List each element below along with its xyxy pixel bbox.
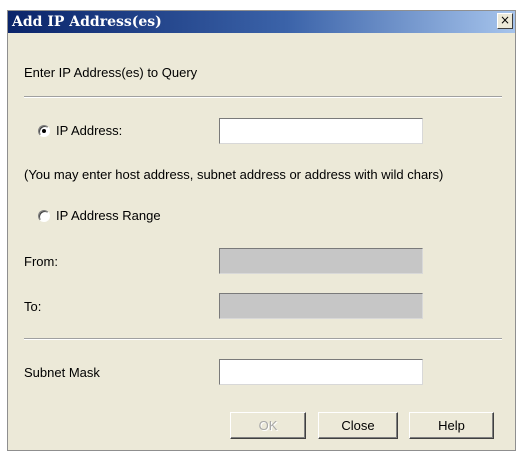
window-title: Add IP Address(es) — [12, 14, 162, 30]
title-bar[interactable]: Add IP Address(es) × — [8, 11, 515, 33]
divider-bottom — [24, 338, 502, 340]
from-input[interactable] — [219, 248, 423, 274]
close-window-button[interactable]: × — [497, 13, 513, 29]
ip-address-label: IP Address: — [56, 123, 123, 138]
subnet-mask-input[interactable] — [219, 359, 423, 385]
close-button[interactable]: Close — [318, 412, 398, 439]
help-button[interactable]: Help — [409, 412, 494, 439]
close-icon: × — [499, 13, 511, 27]
divider-top — [24, 96, 502, 98]
ip-address-input[interactable] — [219, 118, 423, 144]
prompt-label: Enter IP Address(es) to Query — [24, 65, 198, 80]
subnet-mask-label: Subnet Mask — [24, 365, 100, 380]
to-label: To: — [24, 299, 42, 314]
from-label: From: — [24, 254, 58, 269]
radio-selected-dot — [42, 129, 46, 133]
ip-address-radio[interactable] — [38, 125, 50, 137]
ok-button[interactable]: OK — [230, 412, 306, 439]
ip-range-radio[interactable] — [38, 210, 50, 222]
add-ip-dialog: Add IP Address(es) × Enter IP Address(es… — [7, 10, 516, 451]
hint-text: (You may enter host address, subnet addr… — [24, 167, 444, 182]
to-input[interactable] — [219, 293, 423, 319]
ip-range-label: IP Address Range — [56, 208, 161, 223]
